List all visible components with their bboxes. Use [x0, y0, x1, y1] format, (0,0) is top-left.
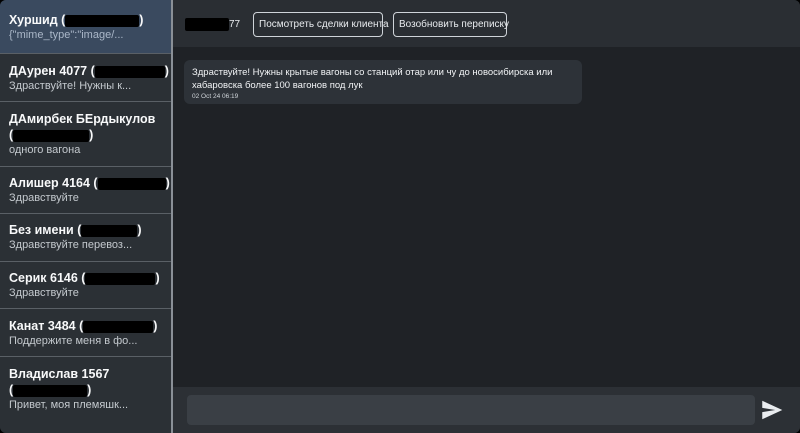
redacted-phone	[13, 384, 88, 397]
chat-name-phone: ()	[9, 383, 92, 397]
message-input[interactable]	[187, 395, 755, 425]
chat-preview: Поддержите меня в фо...	[9, 335, 138, 347]
message-bubble: Здраствуйте! Нужны крытые вагоны со стан…	[184, 60, 582, 104]
chat-item[interactable]: Владислав 1567 () Привет, моя племяшк...	[0, 357, 171, 433]
chat-item[interactable]: ДАурен 4077 () Здраствуйте! Нужны к...	[0, 54, 171, 102]
redacted-phone	[83, 320, 154, 333]
chat-name: ДАурен 4077 ()	[9, 64, 169, 78]
chat-preview: Здравствуйте	[9, 287, 79, 299]
chat-item[interactable]: Канат 3484 () Поддержите меня в фо...	[0, 309, 171, 357]
chat-name: Серик 6146 ()	[9, 271, 160, 285]
chat-preview: одного вагона	[9, 144, 81, 156]
messenger-window: Хуршид () {"mime_type":"image/... ДАурен…	[0, 0, 800, 433]
view-client-deals-button[interactable]: Посмотреть сделки клиента	[253, 12, 389, 37]
chat-name: Хуршид ()	[9, 13, 144, 27]
chat-name-phone: ()	[9, 128, 94, 142]
chat-item[interactable]: Без имени () Здравствуйте перевоз...	[0, 214, 171, 262]
conversation-panel: 77 Посмотреть сделки клиента Возобновить…	[173, 0, 800, 433]
chat-preview: Здравствуйте перевоз...	[9, 239, 133, 251]
redacted-phone	[81, 224, 138, 237]
chat-preview: Привет, моя племяшк...	[9, 399, 129, 411]
redacted-phone	[13, 129, 90, 142]
chat-preview: {"mime_type":"image/...	[9, 29, 124, 41]
chat-item[interactable]: Хуршид () {"mime_type":"image/...	[0, 0, 171, 54]
redacted-phone	[85, 272, 156, 285]
chat-item[interactable]: ДАмирбек БЕрдыкулов () одного вагона	[0, 102, 171, 167]
chat-name: Без имени ()	[9, 223, 142, 237]
chat-preview: Здравствуйте	[9, 192, 79, 204]
chat-list: Хуршид () {"mime_type":"image/... ДАурен…	[0, 0, 173, 433]
chat-item[interactable]: Алишер 4164 () Здравствуйте	[0, 167, 171, 214]
chat-name: ДАмирбек БЕрдыкулов	[9, 112, 156, 126]
chat-name: Алишер 4164 ()	[9, 176, 170, 190]
message-text: Здраствуйте! Нужны крытые вагоны со стан…	[192, 67, 553, 91]
conversation-header: 77 Посмотреть сделки клиента Возобновить…	[173, 0, 800, 47]
chat-preview: Здраствуйте! Нужны к...	[9, 80, 132, 92]
redacted-phone	[97, 177, 166, 190]
contact-id: 77	[185, 18, 240, 31]
redacted-phone	[94, 65, 165, 78]
send-icon	[762, 400, 783, 420]
redacted-phone	[65, 14, 140, 27]
chat-name: Владислав 1567	[9, 367, 110, 381]
message-timestamp: 02 Oct 24 06:19	[192, 93, 239, 100]
message-list: Здраствуйте! Нужны крытые вагоны со стан…	[173, 47, 800, 387]
chat-name: Канат 3484 ()	[9, 319, 158, 333]
chat-item[interactable]: Серик 6146 () Здравствуйте	[0, 262, 171, 309]
redacted-phone	[185, 18, 229, 31]
composer	[173, 387, 800, 433]
resume-conversation-button[interactable]: Возобновить переписку	[393, 12, 509, 37]
send-button[interactable]	[759, 397, 785, 423]
